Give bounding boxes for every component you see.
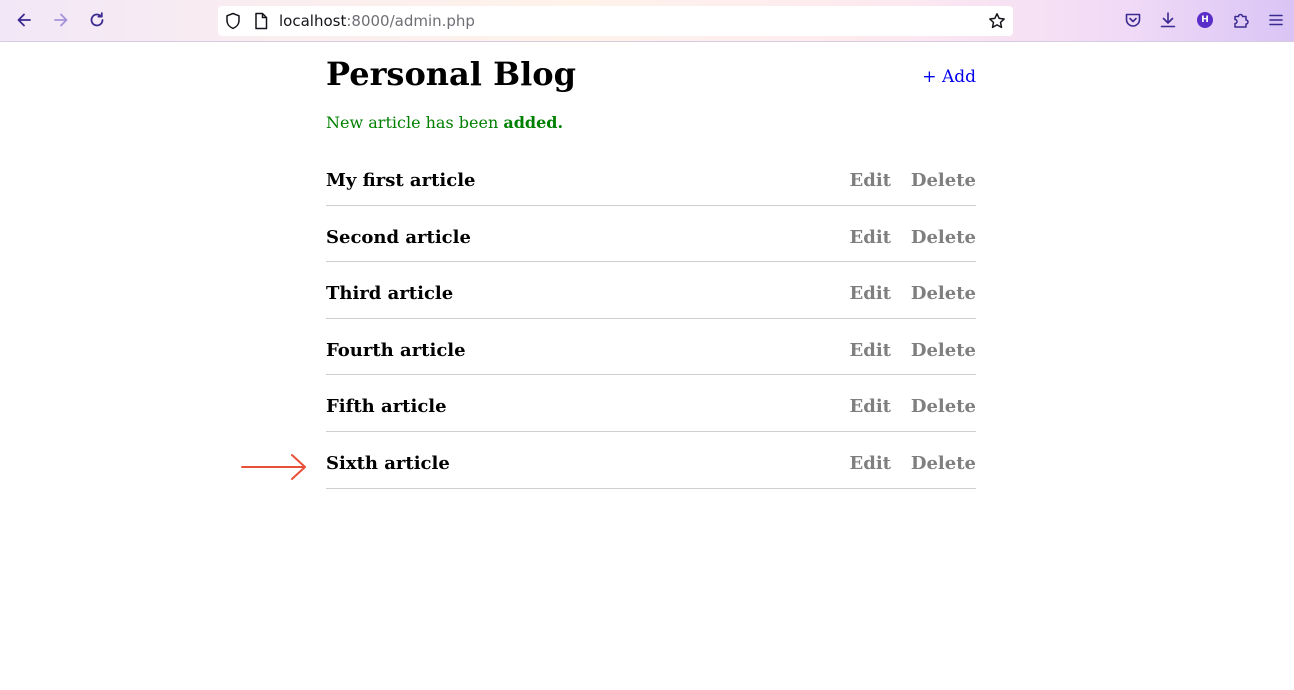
edit-button[interactable]: Edit <box>850 227 891 248</box>
article-title: Sixth article <box>326 452 450 474</box>
delete-button[interactable]: Delete <box>911 396 976 417</box>
delete-button[interactable]: Delete <box>911 283 976 304</box>
flash-bold-text: added. <box>503 113 564 132</box>
url-text[interactable]: localhost:8000/admin.php <box>279 12 475 30</box>
back-button[interactable] <box>12 8 36 32</box>
site-security-button[interactable] <box>225 12 241 34</box>
edit-button[interactable]: Edit <box>850 170 891 191</box>
page-icon <box>255 12 268 30</box>
url-host: localhost <box>279 12 347 30</box>
profile-button[interactable]: H <box>1193 8 1217 32</box>
article-list: My first article Edit Delete Second arti… <box>326 149 976 489</box>
reload-icon <box>90 12 104 27</box>
bookmark-star-icon <box>989 13 1005 29</box>
article-row: Sixth article Edit Delete <box>326 432 976 489</box>
delete-button[interactable]: Delete <box>911 340 976 361</box>
download-icon <box>1160 12 1176 28</box>
page-title: Personal Blog <box>326 55 576 93</box>
delete-button[interactable]: Delete <box>911 453 976 474</box>
shield-icon <box>226 12 240 30</box>
back-icon <box>17 13 31 27</box>
article-row: Fifth article Edit Delete <box>326 375 976 432</box>
downloads-button[interactable] <box>1156 8 1180 32</box>
article-row: Second article Edit Delete <box>326 206 976 263</box>
delete-button[interactable]: Delete <box>911 227 976 248</box>
article-title: Fourth article <box>326 339 466 361</box>
article-title: Fifth article <box>326 396 447 418</box>
menu-icon <box>1269 14 1283 26</box>
article-row: Third article Edit Delete <box>326 262 976 319</box>
add-article-link[interactable]: + Add <box>922 67 976 87</box>
pocket-button[interactable] <box>1121 8 1145 32</box>
url-bar[interactable]: localhost:8000/admin.php <box>218 6 1013 36</box>
browser-toolbar: localhost:8000/admin.php H <box>0 0 1294 42</box>
article-row: My first article Edit Delete <box>326 149 976 206</box>
page-info-icon[interactable] <box>254 12 268 34</box>
article-title: Third article <box>326 283 454 305</box>
edit-button[interactable]: Edit <box>850 453 891 474</box>
reload-button[interactable] <box>85 8 109 32</box>
profile-avatar: H <box>1197 12 1213 28</box>
edit-button[interactable]: Edit <box>850 283 891 304</box>
article-row: Fourth article Edit Delete <box>326 319 976 376</box>
bookmark-button[interactable] <box>988 12 1006 34</box>
edit-button[interactable]: Edit <box>850 396 891 417</box>
forward-button[interactable] <box>49 8 73 32</box>
article-title: Second article <box>326 226 471 248</box>
delete-button[interactable]: Delete <box>911 170 976 191</box>
flash-text: New article has been <box>326 113 504 132</box>
article-title: My first article <box>326 170 476 191</box>
forward-icon <box>54 13 68 27</box>
app-menu-button[interactable] <box>1264 8 1288 32</box>
url-path: :8000/admin.php <box>346 12 475 30</box>
extensions-icon <box>1234 13 1249 28</box>
highlight-arrow-icon <box>241 454 306 480</box>
pocket-icon <box>1125 13 1141 27</box>
flash-message: New article has been added. <box>326 113 563 132</box>
extensions-button[interactable] <box>1229 8 1253 32</box>
edit-button[interactable]: Edit <box>850 340 891 361</box>
